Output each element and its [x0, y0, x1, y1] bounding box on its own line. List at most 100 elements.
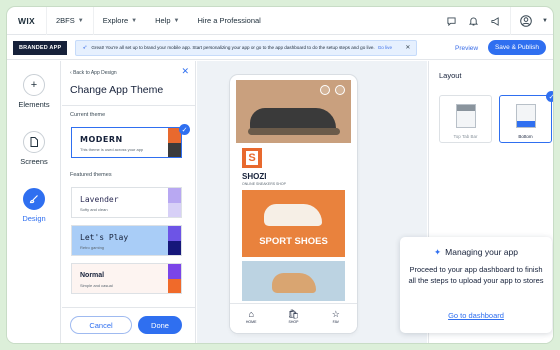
color-swatch: [168, 241, 181, 255]
editor-toolbar: BRANDED APP ➶ Great! You're all set up t…: [7, 36, 553, 60]
sneaker-image: [272, 273, 316, 293]
account-icon[interactable]: [515, 7, 537, 35]
theme-card-lavender[interactable]: Lavender Softy and clean: [71, 187, 182, 218]
layout-option-label: Bottom: [518, 134, 533, 139]
close-icon[interactable]: ✕: [405, 44, 410, 51]
brand-logo: S: [242, 148, 262, 168]
user-icon[interactable]: [320, 85, 330, 95]
theme-name: Let's Play: [80, 233, 129, 242]
layout-bar: [517, 121, 535, 127]
card-body: Proceed to your app dashboard to finish …: [408, 265, 544, 285]
checkmark-icon: ✓: [546, 91, 553, 102]
color-swatch: [168, 203, 181, 217]
save-publish-button[interactable]: Save & Publish: [488, 40, 546, 55]
theme-card-lets-play[interactable]: Let's Play Retro gaming: [71, 225, 182, 256]
theme-description: Softy and clean: [80, 207, 108, 212]
theme-name: Normal: [80, 272, 105, 279]
card-title-row: ✦ Managing your app: [400, 247, 552, 258]
tab-shop[interactable]: 🛍 SHOP: [272, 304, 314, 333]
wix-logo[interactable]: WIX: [7, 16, 46, 26]
close-icon[interactable]: ✕: [181, 66, 189, 77]
preview-canvas: S SHOZI ONLINE SNEAKERS SHOP SPORT SHOES…: [197, 61, 427, 343]
theme-description: Retro gaming: [80, 245, 105, 250]
layout-option-bottom[interactable]: Bottom: [499, 95, 552, 143]
page-icon: [23, 131, 45, 153]
divider: [510, 7, 511, 35]
app-window: WIX 2BFS ▼ Explore ▼ Help ▼ Hire a Profe…: [7, 7, 553, 343]
cancel-button[interactable]: Cancel: [70, 316, 132, 334]
color-swatch: [168, 226, 181, 241]
megaphone-icon[interactable]: [484, 7, 506, 35]
color-swatch: [168, 279, 181, 293]
go-to-dashboard-link[interactable]: Go to dashboard: [400, 311, 552, 320]
layout-thumbnail: [516, 104, 536, 128]
product-image[interactable]: [242, 261, 345, 301]
promo-label: SPORT SHOES: [259, 236, 328, 247]
done-button[interactable]: Done: [138, 316, 182, 334]
chevron-down-icon: ▼: [131, 17, 138, 24]
home-icon: ⌂: [248, 309, 254, 319]
theme-name: MODERN: [80, 135, 123, 144]
bell-icon[interactable]: [462, 7, 484, 35]
banner-link[interactable]: Go live: [378, 45, 392, 50]
store-name: SHOZI: [242, 172, 267, 181]
left-rail: + Elements Screens Design: [7, 61, 61, 343]
rail-label: Elements: [18, 100, 50, 109]
theme-card-normal[interactable]: Normal Simple and casual: [71, 263, 182, 294]
sneaker-sole: [248, 128, 340, 135]
store-tagline: ONLINE SNEAKERS SHOP: [242, 182, 286, 186]
branded-app-badge: BRANDED APP: [13, 40, 68, 55]
chevron-down-icon[interactable]: ▼: [537, 7, 553, 35]
divider: [62, 307, 196, 308]
help-label: Help: [155, 16, 171, 25]
theme-card-modern[interactable]: MODERN This theme is used across your ap…: [71, 127, 182, 158]
theme-name: Lavender: [80, 195, 119, 204]
layout-option-label: Top Tab Bar: [453, 134, 478, 139]
back-to-app-design-link[interactable]: ‹ Back to App Design: [70, 70, 117, 76]
rail-item-elements[interactable]: + Elements: [7, 74, 61, 109]
help-menu[interactable]: Help ▼: [146, 7, 188, 35]
plus-icon: +: [23, 74, 45, 96]
star-icon: ☆: [331, 309, 340, 319]
layout-thumbnail: [456, 104, 476, 128]
hire-label: Hire a Professional: [197, 16, 261, 25]
site-selector[interactable]: 2BFS ▼: [45, 7, 93, 35]
color-swatch: [168, 188, 181, 203]
cart-icon[interactable]: [335, 85, 345, 95]
tab-label: FAV: [332, 320, 339, 324]
layout-bar: [457, 105, 475, 111]
theme-description: This theme is used across your app: [80, 147, 144, 152]
tab-fav[interactable]: ☆ FAV: [315, 304, 357, 333]
managing-app-card: ✦ Managing your app Proceed to your app d…: [400, 237, 552, 333]
brand-logo-letter: S: [246, 151, 258, 165]
promo-banner[interactable]: SPORT SHOES: [242, 190, 345, 257]
layout-option-top-tab-bar[interactable]: Top Tab Bar: [439, 95, 492, 143]
current-theme-label: Current theme: [70, 112, 106, 118]
color-swatch: [168, 143, 181, 157]
top-bar: WIX 2BFS ▼ Explore ▼ Help ▼ Hire a Profe…: [7, 7, 553, 35]
tab-home[interactable]: ⌂ HOME: [230, 304, 272, 333]
color-swatch: [168, 264, 181, 279]
theme-panel: ‹ Back to App Design ✕ Change App Theme …: [62, 61, 196, 343]
sparkle-icon: ✦: [434, 247, 442, 257]
site-name: 2BFS: [55, 16, 75, 25]
phone-preview[interactable]: S SHOZI ONLINE SNEAKERS SHOP SPORT SHOES…: [230, 75, 357, 333]
card-title: Managing your app: [445, 247, 518, 257]
preview-button[interactable]: Preview: [449, 40, 484, 56]
panel-title: Change App Theme: [70, 84, 164, 96]
chat-icon[interactable]: [440, 7, 462, 35]
hire-professional-link[interactable]: Hire a Professional: [188, 7, 269, 35]
bottom-tab-bar: ⌂ HOME 🛍 SHOP ☆ FAV: [230, 303, 357, 333]
top-bar-actions: ▼: [440, 7, 553, 35]
hero-image: [236, 80, 351, 143]
rail-label: Design: [22, 214, 46, 223]
explore-menu[interactable]: Explore ▼: [92, 7, 146, 35]
setup-banner: ➶ Great! You're all set up to brand your…: [75, 39, 418, 56]
explore-label: Explore: [102, 16, 129, 25]
rail-item-design[interactable]: Design: [7, 188, 61, 223]
sneaker-image: [264, 204, 322, 226]
divider: [62, 105, 196, 106]
rail-item-screens[interactable]: Screens: [7, 131, 61, 166]
rocket-icon: ➶: [82, 45, 88, 51]
banner-text: Great! You're all set up to brand your m…: [91, 45, 375, 50]
